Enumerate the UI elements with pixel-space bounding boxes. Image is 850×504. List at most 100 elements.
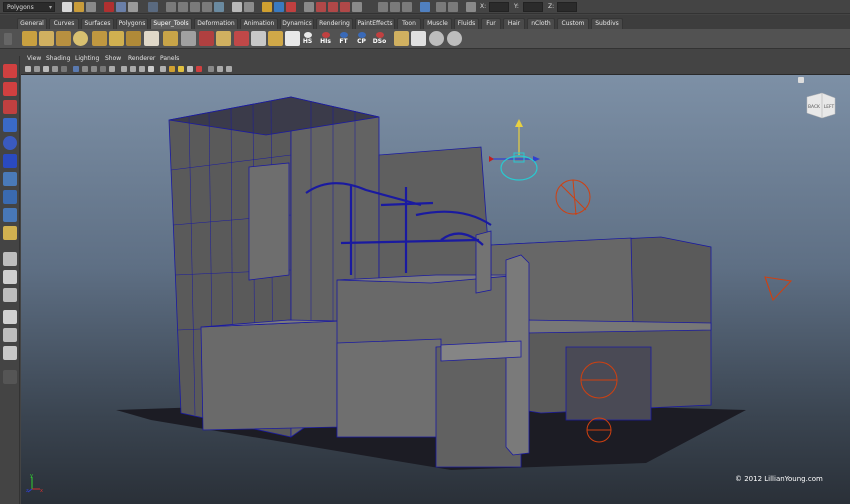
x-field[interactable] xyxy=(489,2,509,12)
history-icon[interactable] xyxy=(232,2,242,12)
panel-tool-icon-19[interactable] xyxy=(196,66,202,72)
panel-tool-icon-18[interactable] xyxy=(187,66,193,72)
shelf-tab-polygons[interactable]: Polygons xyxy=(116,18,148,29)
shelf-tab-hair[interactable]: Hair xyxy=(503,18,525,29)
shelf-tab-animation[interactable]: Animation xyxy=(240,18,278,29)
panel-menu-show[interactable]: Show xyxy=(105,55,121,63)
shelf-tool-icon-13[interactable] xyxy=(234,31,249,46)
shelf-tab-toon[interactable]: Toon xyxy=(397,18,421,29)
shelf-tab-general[interactable]: General xyxy=(17,18,47,29)
tool-icon-c[interactable] xyxy=(340,2,350,12)
z-field[interactable] xyxy=(557,2,577,12)
select-by-object-icon[interactable] xyxy=(116,2,126,12)
shelf-tool-icon-9[interactable] xyxy=(163,31,178,46)
shelf-button-ft[interactable]: FT xyxy=(336,32,351,45)
snap-surface-icon[interactable] xyxy=(214,2,224,12)
shelf-tab-deformation[interactable]: Deformation xyxy=(194,18,238,29)
shelf-tab-muscle[interactable]: Muscle xyxy=(423,18,452,29)
panel-menu-view[interactable]: View xyxy=(27,55,41,63)
shelf-tool-icon-15[interactable] xyxy=(268,31,283,46)
save-scene-icon[interactable] xyxy=(86,2,96,12)
shelf-button-dso[interactable]: DSo xyxy=(372,32,387,45)
layout-hypershade-icon[interactable] xyxy=(3,346,17,360)
panel-tool-icon-22[interactable] xyxy=(226,66,232,72)
shelf-tab-fur[interactable]: Fur xyxy=(481,18,501,29)
ipr-render-icon[interactable] xyxy=(274,2,284,12)
tool-icon-b[interactable] xyxy=(328,2,338,12)
tool-settings-icon[interactable] xyxy=(448,2,458,12)
snap-point-icon[interactable] xyxy=(190,2,200,12)
snap-grid-icon[interactable] xyxy=(166,2,176,12)
shelf-tool-icon-5[interactable] xyxy=(92,31,107,46)
tool-icon-a[interactable] xyxy=(316,2,326,12)
shelf-tab-ncloth[interactable]: nCloth xyxy=(527,18,555,29)
panel-tool-icon-6[interactable] xyxy=(73,66,79,72)
shelf-tab-custom[interactable]: Custom xyxy=(557,18,589,29)
channel-box-icon[interactable] xyxy=(436,2,446,12)
shelf-tab-fluids[interactable]: Fluids xyxy=(454,18,479,29)
paint-select-tool-icon[interactable] xyxy=(3,100,17,114)
layout-persp-outliner-icon[interactable] xyxy=(3,310,17,324)
panel-tool-icon-20[interactable] xyxy=(208,66,214,72)
panel-layout-icon-c[interactable] xyxy=(402,2,412,12)
panel-tool-icon-10[interactable] xyxy=(109,66,115,72)
transform-mode-icon[interactable] xyxy=(466,2,476,12)
shelf-tab-surfaces[interactable]: Surfaces xyxy=(81,18,114,29)
menu-set-dropdown[interactable]: Polygons ▾ xyxy=(3,2,55,12)
construction-history-icon[interactable] xyxy=(244,2,254,12)
open-scene-icon[interactable] xyxy=(74,2,84,12)
panel-tool-icon-9[interactable] xyxy=(100,66,106,72)
panel-tool-icon-13[interactable] xyxy=(139,66,145,72)
shelf-tab-dynamics[interactable]: Dynamics xyxy=(280,18,314,29)
panel-tool-icon-12[interactable] xyxy=(130,66,136,72)
panel-tool-icon-2[interactable] xyxy=(34,66,40,72)
show-manipulator-icon[interactable] xyxy=(3,208,17,222)
shelf-tool-icon-17[interactable] xyxy=(394,31,409,46)
move-tool-icon[interactable] xyxy=(3,118,17,132)
snap-plane-icon[interactable] xyxy=(202,2,212,12)
snap-curve-icon[interactable] xyxy=(178,2,188,12)
panel-tool-icon-7[interactable] xyxy=(82,66,88,72)
panel-menu-shading[interactable]: Shading xyxy=(46,55,70,63)
new-scene-icon[interactable] xyxy=(62,2,72,12)
panel-tool-icon-5[interactable] xyxy=(61,66,67,72)
universal-manipulator-icon[interactable] xyxy=(3,172,17,186)
select-tool-icon[interactable] xyxy=(3,64,17,78)
shelf-tool-icon-16[interactable] xyxy=(285,31,300,46)
viewcube[interactable]: BACK LEFT xyxy=(804,89,838,119)
layout-four-icon[interactable] xyxy=(3,270,17,284)
shelf-tool-icon-18[interactable] xyxy=(411,31,426,46)
shelf-tool-icon-3[interactable] xyxy=(56,31,71,46)
panel-tool-icon-4[interactable] xyxy=(52,66,58,72)
translate-manipulator[interactable] xyxy=(489,119,540,181)
shelf-tool-icon-12[interactable] xyxy=(216,31,231,46)
panel-tool-icon-14[interactable] xyxy=(148,66,154,72)
shelf-button-hs[interactable]: HS xyxy=(300,32,315,45)
shelf-button-his[interactable]: HIs xyxy=(318,32,333,45)
shelf-tool-icon-10[interactable] xyxy=(181,31,196,46)
select-by-component-icon[interactable] xyxy=(128,2,138,12)
shelf-tab-rendering[interactable]: Rendering xyxy=(316,18,353,29)
soft-mod-tool-icon[interactable] xyxy=(3,190,17,204)
layout-two-icon[interactable] xyxy=(3,288,17,302)
shelf-tool-icon-2[interactable] xyxy=(39,31,54,46)
panel-tool-icon-11[interactable] xyxy=(121,66,127,72)
scale-tool-icon[interactable] xyxy=(3,154,17,168)
mask-dropdown-icon[interactable] xyxy=(148,2,158,12)
layout-persp-graph-icon[interactable] xyxy=(3,328,17,342)
input-line-icon[interactable] xyxy=(304,2,314,12)
shelf-tool-icon-7[interactable] xyxy=(126,31,141,46)
shelf-tab-painteffects[interactable]: PaintEffects xyxy=(355,18,395,29)
panel-tool-icon-15[interactable] xyxy=(160,66,166,72)
panel-tool-icon-1[interactable] xyxy=(25,66,31,72)
shelf-menu-icon[interactable] xyxy=(4,33,12,45)
panel-layout-icon-a[interactable] xyxy=(378,2,388,12)
shelf-tab-super-tools[interactable]: Super_Tools xyxy=(150,18,192,29)
shelf-tab-subdivs[interactable]: Subdivs xyxy=(591,18,623,29)
last-tool-icon[interactable] xyxy=(3,226,17,240)
render-settings-icon[interactable] xyxy=(286,2,296,12)
perspective-viewport[interactable]: BACK LEFT © 2012 LillianYoung.com y x z xyxy=(21,75,850,504)
select-by-hierarchy-icon[interactable] xyxy=(104,2,114,12)
panel-tool-icon-8[interactable] xyxy=(91,66,97,72)
rotate-tool-icon[interactable] xyxy=(3,136,17,150)
